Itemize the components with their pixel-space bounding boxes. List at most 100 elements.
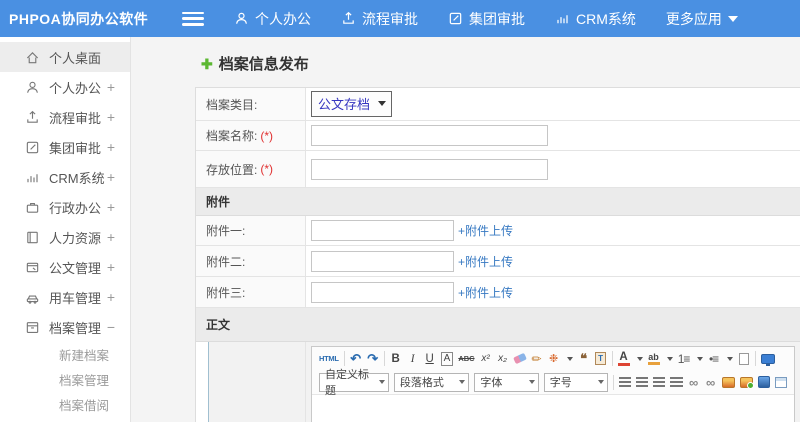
page-title-row: ✚ 档案信息发布 bbox=[131, 37, 800, 87]
menu-toggle-icon[interactable] bbox=[182, 11, 204, 26]
align-justify-button[interactable] bbox=[670, 374, 683, 391]
insert-media-button[interactable] bbox=[757, 374, 770, 391]
font-style-button[interactable]: A bbox=[440, 351, 454, 366]
html-source-button[interactable]: HTML bbox=[319, 350, 339, 367]
heading-select[interactable]: 自定义标题 bbox=[319, 369, 389, 397]
form-row-category: 档案类目: 公文存档 bbox=[196, 88, 800, 121]
archive-name-input[interactable] bbox=[311, 125, 548, 146]
blockquote-button[interactable]: ❝ bbox=[578, 350, 590, 367]
user-icon bbox=[234, 11, 249, 26]
italic-button[interactable]: I bbox=[407, 350, 419, 367]
category-select[interactable]: 公文存档 bbox=[311, 91, 393, 117]
subscript-button[interactable]: x₂ bbox=[497, 350, 509, 367]
caret-down-icon[interactable] bbox=[566, 356, 573, 364]
align-justify-icon bbox=[670, 377, 683, 387]
sidebar-item-crm-system[interactable]: CRM系统 + bbox=[0, 162, 130, 192]
car-icon bbox=[25, 290, 40, 305]
sidebar-item-archive-management[interactable]: 档案管理 − bbox=[0, 312, 130, 342]
undo-button[interactable]: ↶ bbox=[350, 350, 362, 367]
editor-toolbar-row-1: HTML ↶ ↷ B I U A ABC x² x₂ ✏ ❉ ❝ T A ab … bbox=[312, 347, 794, 370]
insert-image-button[interactable] bbox=[721, 374, 735, 391]
expand-plus-icon[interactable]: + bbox=[107, 170, 115, 184]
unordered-list-button[interactable]: •≡ bbox=[708, 350, 720, 367]
attachment-1-upload-link[interactable]: +附件上传 bbox=[458, 222, 513, 239]
superscript-button[interactable]: x² bbox=[480, 350, 492, 367]
sidebar-item-personal-desktop[interactable]: 个人桌面 bbox=[0, 42, 130, 72]
sidebar-subitem-archive-management[interactable]: 档案管理 bbox=[0, 367, 130, 392]
nav-group-approval[interactable]: 集团审批 bbox=[448, 9, 525, 29]
attachment-1-input[interactable] bbox=[311, 220, 454, 241]
font-size-select[interactable]: 字号 bbox=[543, 372, 609, 392]
chart-icon bbox=[555, 11, 570, 26]
format-painter-button[interactable]: ✏ bbox=[531, 350, 543, 367]
new-document-button[interactable] bbox=[738, 350, 750, 367]
expand-plus-icon[interactable]: + bbox=[107, 260, 115, 274]
font-family-select[interactable]: 字体 bbox=[474, 372, 539, 392]
nav-crm-system[interactable]: CRM系统 bbox=[555, 9, 636, 29]
align-left-button[interactable] bbox=[618, 374, 632, 391]
paragraph-format-select[interactable]: 段落格式 bbox=[393, 372, 470, 392]
category-select-value: 公文存档 bbox=[318, 97, 371, 112]
insert-link-button[interactable]: ∞ bbox=[688, 374, 700, 391]
add-icon: ✚ bbox=[201, 55, 213, 72]
caret-down-icon[interactable] bbox=[666, 356, 673, 364]
toolbar-separator bbox=[383, 351, 385, 366]
nav-more-apps[interactable]: 更多应用 bbox=[666, 9, 738, 29]
nav-label: 流程审批 bbox=[362, 10, 418, 27]
home-icon bbox=[25, 50, 40, 65]
required-mark: (*) bbox=[260, 128, 274, 143]
sidebar-item-label: 流程审批 bbox=[49, 110, 102, 126]
sidebar-item-group-approval[interactable]: 集团审批 + bbox=[0, 132, 130, 162]
ordered-list-button[interactable]: 1≡ bbox=[678, 350, 691, 367]
storage-location-input[interactable] bbox=[311, 158, 548, 180]
quick-format-button[interactable]: ❉ bbox=[548, 350, 560, 367]
paste-plain-button[interactable]: T bbox=[595, 350, 607, 367]
attachment-2-upload-link[interactable]: +附件上传 bbox=[458, 253, 513, 270]
nav-workflow-approval[interactable]: 流程审批 bbox=[341, 9, 418, 29]
nav-personal-office[interactable]: 个人办公 bbox=[234, 9, 311, 29]
sidebar-item-document-management[interactable]: 公文管理 + bbox=[0, 252, 130, 282]
expand-plus-icon[interactable]: + bbox=[107, 200, 115, 214]
strikethrough-button[interactable]: ABC bbox=[458, 350, 474, 367]
expand-plus-icon[interactable]: + bbox=[107, 80, 115, 94]
sidebar-item-human-resources[interactable]: 人力资源 + bbox=[0, 222, 130, 252]
remove-format-button[interactable] bbox=[512, 350, 527, 367]
underline-button[interactable]: U bbox=[424, 350, 436, 367]
sidebar-item-workflow-approval[interactable]: 流程审批 + bbox=[0, 102, 130, 132]
sidebar-item-admin-office[interactable]: 行政办公 + bbox=[0, 192, 130, 222]
expand-plus-icon[interactable]: + bbox=[107, 110, 115, 124]
sidebar-item-vehicle-management[interactable]: 用车管理 + bbox=[0, 282, 130, 312]
archive-form: 档案类目: 公文存档 档案名称: (*) 存放位置: (*) 附件 附件一: +… bbox=[195, 87, 800, 422]
attachment-3-upload-link[interactable]: +附件上传 bbox=[458, 284, 513, 301]
bold-button[interactable]: B bbox=[390, 350, 402, 367]
editor-content[interactable] bbox=[312, 395, 794, 422]
caret-down-icon[interactable] bbox=[696, 356, 703, 364]
upload-image-button[interactable] bbox=[739, 374, 754, 391]
sidebar-subitem-archive-borrow[interactable]: 档案借阅 bbox=[0, 392, 130, 417]
font-color-button[interactable]: A bbox=[617, 351, 630, 366]
attachment-3-input[interactable] bbox=[311, 281, 454, 303]
form-row-attachment-3: 附件三: +附件上传 bbox=[196, 277, 800, 308]
caret-down-icon bbox=[378, 101, 387, 110]
attachment-2-input[interactable] bbox=[311, 250, 454, 272]
caret-down-icon[interactable] bbox=[636, 356, 643, 364]
expand-plus-icon[interactable]: + bbox=[107, 230, 115, 244]
sidebar-item-personal-office[interactable]: 个人办公 + bbox=[0, 72, 130, 102]
redo-button[interactable]: ↷ bbox=[367, 350, 379, 367]
sidebar-subitem-new-archive[interactable]: 新建档案 bbox=[0, 342, 130, 367]
align-right-button[interactable] bbox=[653, 374, 666, 391]
fullscreen-button[interactable] bbox=[760, 350, 775, 367]
expand-plus-icon[interactable]: + bbox=[107, 290, 115, 304]
insert-table-button[interactable] bbox=[774, 374, 788, 391]
align-center-button[interactable] bbox=[636, 374, 649, 391]
expand-plus-icon[interactable]: + bbox=[107, 140, 115, 154]
toolbar-separator bbox=[613, 374, 614, 390]
remove-link-button[interactable]: ∞ bbox=[705, 374, 717, 391]
form-row-attachment-2: 附件二: +附件上传 bbox=[196, 246, 800, 277]
collapse-minus-icon[interactable]: − bbox=[107, 320, 115, 334]
sidebar-item-label: 个人桌面 bbox=[49, 50, 102, 66]
highlight-color-button[interactable]: ab bbox=[647, 352, 660, 365]
caret-down-icon[interactable] bbox=[726, 356, 733, 364]
edit-icon bbox=[448, 11, 463, 26]
sidebar: 个人桌面 个人办公 + 流程审批 + 集团审批 + CRM系统 + 行政办公 +… bbox=[0, 37, 131, 422]
